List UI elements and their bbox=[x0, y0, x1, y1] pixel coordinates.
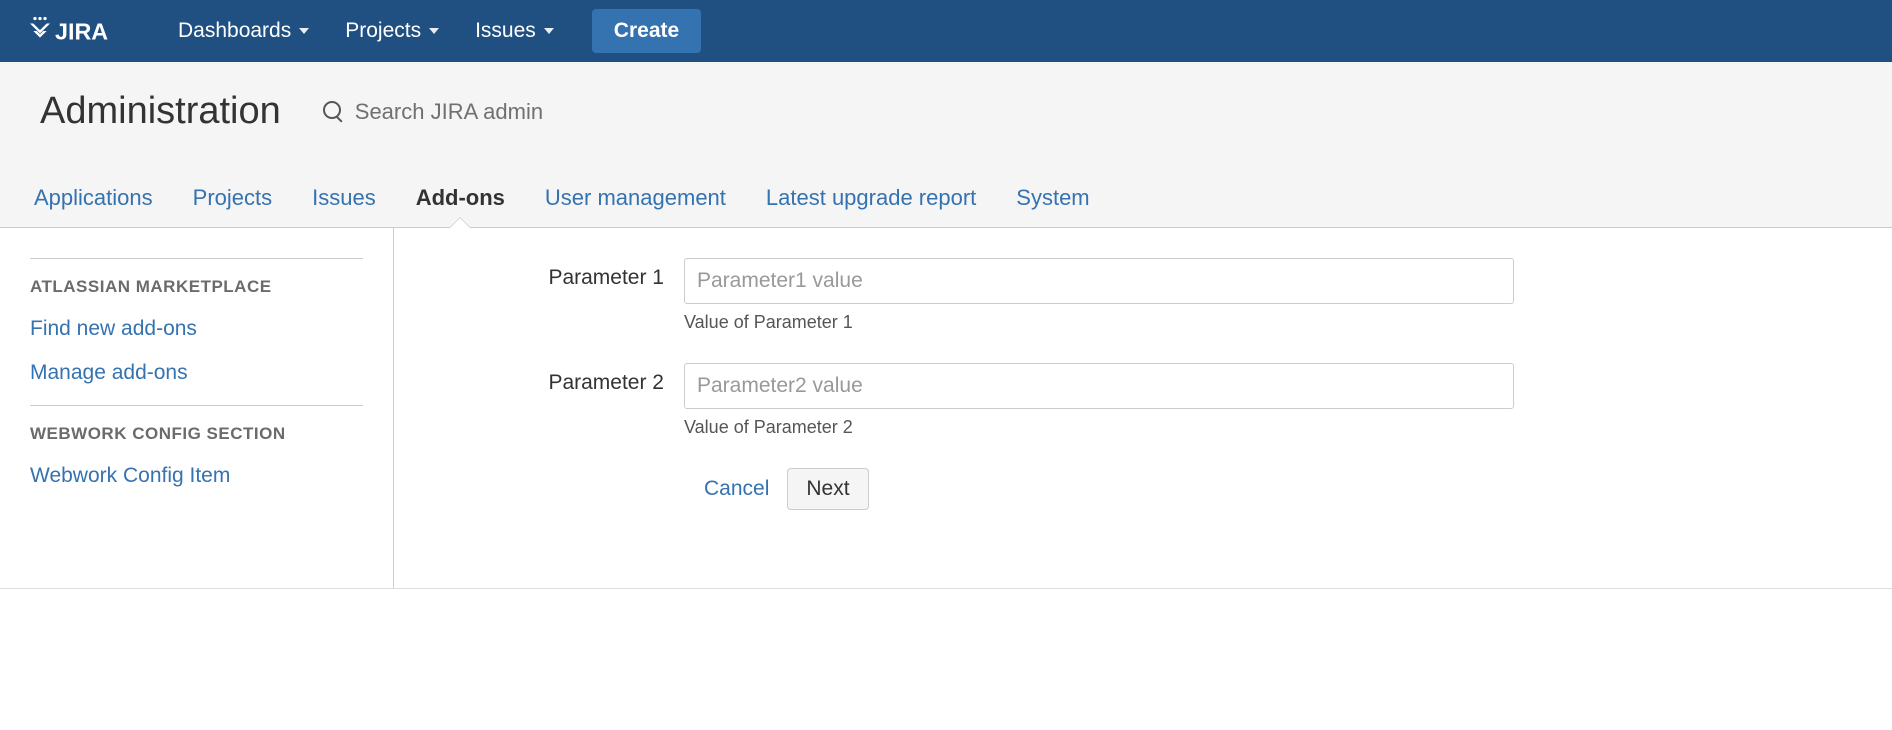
tab-system[interactable]: System bbox=[1012, 171, 1093, 227]
field-label: Parameter 1 bbox=[434, 258, 684, 290]
nav-issues[interactable]: Issues bbox=[457, 19, 572, 43]
admin-search-input[interactable] bbox=[355, 99, 755, 125]
form-actions: Cancel Next bbox=[704, 468, 1852, 510]
cancel-button[interactable]: Cancel bbox=[704, 477, 769, 501]
chevron-down-icon bbox=[544, 28, 554, 34]
admin-header: Administration Applications Projects Iss… bbox=[0, 62, 1892, 228]
jira-logo[interactable]: JIRA bbox=[20, 16, 130, 46]
page-title: Administration bbox=[40, 90, 281, 133]
sidebar-heading: ATLASSIAN MARKETPLACE bbox=[30, 277, 363, 297]
next-button[interactable]: Next bbox=[787, 468, 868, 510]
sidebar: ATLASSIAN MARKETPLACE Find new add-ons M… bbox=[0, 228, 394, 588]
sidebar-heading: WEBWORK CONFIG SECTION bbox=[30, 424, 363, 444]
field-wrap: Value of Parameter 2 bbox=[684, 363, 1514, 438]
nav-dashboards[interactable]: Dashboards bbox=[160, 19, 327, 43]
field-wrap: Value of Parameter 1 bbox=[684, 258, 1514, 333]
form-row-parameter-2: Parameter 2 Value of Parameter 2 bbox=[434, 363, 1852, 438]
admin-search[interactable] bbox=[323, 99, 755, 125]
tab-applications[interactable]: Applications bbox=[30, 171, 157, 227]
sidebar-group-marketplace: ATLASSIAN MARKETPLACE Find new add-ons M… bbox=[30, 258, 363, 385]
top-nav: JIRA Dashboards Projects Issues Create bbox=[0, 0, 1892, 62]
nav-projects[interactable]: Projects bbox=[327, 19, 457, 43]
form-row-parameter-1: Parameter 1 Value of Parameter 1 bbox=[434, 258, 1852, 333]
tab-latest-upgrade-report[interactable]: Latest upgrade report bbox=[762, 171, 980, 227]
sidebar-link-webwork-config-item[interactable]: Webwork Config Item bbox=[30, 464, 363, 488]
field-hint: Value of Parameter 2 bbox=[684, 417, 1514, 438]
body-layout: ATLASSIAN MARKETPLACE Find new add-ons M… bbox=[0, 228, 1892, 589]
main-content: Parameter 1 Value of Parameter 1 Paramet… bbox=[394, 228, 1892, 588]
search-icon bbox=[323, 101, 345, 123]
sidebar-link-manage-add-ons[interactable]: Manage add-ons bbox=[30, 361, 363, 385]
nav-label: Projects bbox=[345, 19, 421, 43]
jira-logo-text: JIRA bbox=[55, 18, 108, 44]
parameter-1-input[interactable] bbox=[684, 258, 1514, 304]
nav-label: Dashboards bbox=[178, 19, 291, 43]
nav-label: Issues bbox=[475, 19, 536, 43]
create-button[interactable]: Create bbox=[592, 9, 701, 53]
tab-add-ons[interactable]: Add-ons bbox=[412, 171, 509, 227]
admin-tabs: Applications Projects Issues Add-ons Use… bbox=[0, 171, 1892, 227]
tab-issues[interactable]: Issues bbox=[308, 171, 380, 227]
tab-projects[interactable]: Projects bbox=[189, 171, 276, 227]
sidebar-link-find-new-add-ons[interactable]: Find new add-ons bbox=[30, 317, 363, 341]
tab-user-management[interactable]: User management bbox=[541, 171, 730, 227]
field-hint: Value of Parameter 1 bbox=[684, 312, 1514, 333]
sidebar-group-webwork: WEBWORK CONFIG SECTION Webwork Config It… bbox=[30, 405, 363, 488]
parameter-2-input[interactable] bbox=[684, 363, 1514, 409]
jira-logo-icon: JIRA bbox=[20, 16, 130, 46]
chevron-down-icon bbox=[429, 28, 439, 34]
admin-header-row: Administration bbox=[0, 62, 1892, 171]
field-label: Parameter 2 bbox=[434, 363, 684, 395]
chevron-down-icon bbox=[299, 28, 309, 34]
